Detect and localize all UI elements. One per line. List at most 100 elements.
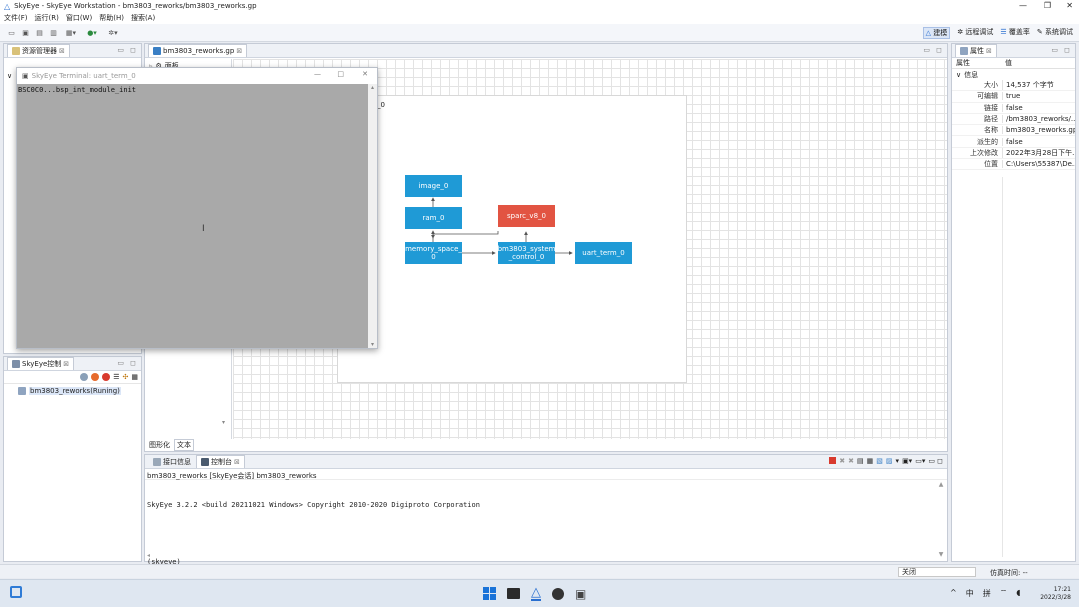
menu-window[interactable]: 窗口(W): [66, 13, 92, 23]
console-scrollbar[interactable]: ▲ ▼: [938, 481, 944, 558]
console-hscroll[interactable]: ◂: [147, 552, 150, 559]
terminate-icon[interactable]: [829, 457, 837, 464]
remote-app-icon[interactable]: ▣: [575, 587, 586, 601]
minimize-button[interactable]: —: [1019, 1, 1027, 10]
node-uart[interactable]: uart_term_0: [575, 242, 632, 264]
session-item[interactable]: bm3803_reworks(Runing): [18, 387, 141, 395]
properties-group[interactable]: ∨ 信息: [952, 69, 1075, 80]
property-row[interactable]: 路径/bm3803_reworks/...: [952, 114, 1075, 126]
tab-graphical[interactable]: 图形化: [147, 440, 172, 450]
terminal-icon[interactable]: ▦▾: [62, 27, 80, 38]
property-row[interactable]: 链接 false: [952, 103, 1075, 114]
save-icon[interactable]: ▣: [20, 27, 31, 38]
remove-icon[interactable]: ✖: [839, 457, 845, 465]
tools-icon[interactable]: ✲▾: [104, 27, 122, 38]
clear-icon[interactable]: ▤: [857, 457, 864, 465]
close-tab-icon[interactable]: ⊠: [986, 47, 992, 55]
terminal-scrollbar[interactable]: ▴ ▾: [368, 84, 377, 348]
tab-skyeye-control[interactable]: SkyEye控制 ⊠: [7, 357, 75, 370]
close-button[interactable]: ✕: [1066, 1, 1073, 10]
run-icon[interactable]: ●▾: [83, 27, 101, 38]
terminal-close-button[interactable]: ✕: [362, 70, 368, 78]
close-field[interactable]: 关闭: [898, 567, 976, 577]
list-icon[interactable]: ☰: [113, 373, 119, 381]
skyeye-app-icon[interactable]: △: [531, 586, 541, 601]
node-ram[interactable]: ram_0: [405, 207, 462, 229]
perspective-modeling[interactable]: △ 建模: [922, 27, 951, 39]
remove-all-icon[interactable]: ✖: [848, 457, 854, 465]
volume-icon[interactable]: ◖: [1016, 588, 1020, 599]
save-all-icon[interactable]: ▤: [34, 27, 45, 38]
property-row[interactable]: 大小 14,537 个字节: [952, 80, 1075, 92]
tab-explorer[interactable]: 资源管理器 ⊠: [7, 44, 70, 57]
editor-bottom-tabs: 图形化 文本: [145, 439, 194, 451]
property-row[interactable]: 名称 bm3803_reworks.gp: [952, 125, 1075, 137]
property-row[interactable]: 可编辑 true: [952, 91, 1075, 103]
view-menu-icon[interactable]: ▭ ◻: [928, 457, 943, 465]
pause-icon[interactable]: [91, 373, 100, 381]
word-wrap-icon[interactable]: ▧: [876, 457, 883, 465]
new-console-icon[interactable]: ▭▾: [915, 457, 925, 465]
skyeye-control-toolbar: ☰ ✣ ▦: [4, 371, 141, 384]
tab-console[interactable]: 控制台 ⊠: [196, 455, 245, 468]
terminal-minimize-button[interactable]: —: [314, 70, 321, 78]
terminal-app-icon[interactable]: [507, 588, 520, 599]
skyeye-control-panel: SkyEye控制 ⊠ ▭ ◻ ☰ ✣ ▦ bm3803_reworks(Runi…: [3, 356, 142, 562]
close-tab-icon[interactable]: ⊠: [63, 360, 69, 368]
node-sparc[interactable]: sparc_v8_0: [498, 205, 555, 227]
panel-controls[interactable]: ▭ ◻: [1051, 46, 1072, 54]
restore-button[interactable]: ❐: [1044, 1, 1051, 10]
panel-controls[interactable]: ▭ ◻: [117, 359, 138, 367]
panel-controls[interactable]: ▭ ◻: [117, 46, 138, 54]
remote-debug-icon: ✲: [957, 28, 964, 36]
property-row[interactable]: 上次修改 2022年3月28日下午...: [952, 147, 1075, 160]
wifi-icon[interactable]: ⌔: [1000, 588, 1008, 599]
property-column-divider[interactable]: [1002, 177, 1003, 557]
property-row[interactable]: 派生的 false: [952, 136, 1075, 148]
node-image[interactable]: image_0: [405, 175, 462, 197]
console-line: SkyEye 3.2.2 <build 20211021 Windows> Co…: [147, 501, 480, 509]
start-icon[interactable]: [483, 587, 496, 600]
window-title: SkyEye - SkyEye Workstation - bm3803_rew…: [14, 2, 257, 10]
close-tab-icon[interactable]: ⊠: [234, 458, 240, 466]
console-toolbar: ✖ ✖ ▤ ▦ ▧ ▨ ▾ ▣▾ ▭▾ ▭ ◻: [829, 457, 943, 465]
print-icon[interactable]: ▥: [48, 27, 59, 38]
menu-help[interactable]: 帮助(H): [99, 13, 124, 23]
pin-icon[interactable]: ▨: [886, 457, 893, 465]
menu-file[interactable]: 文件(F): [4, 13, 28, 23]
display-console-icon[interactable]: ▣▾: [902, 457, 912, 465]
terminal-maximize-button[interactable]: □: [337, 70, 344, 78]
tab-text[interactable]: 文本: [174, 439, 194, 451]
open-console-icon[interactable]: ▾: [896, 457, 900, 465]
debug-icon[interactable]: ✣: [123, 373, 129, 381]
terminal-title-bar[interactable]: ▣ SkyEye Terminal: uart_term_0 — □ ✕: [17, 68, 377, 84]
new-icon[interactable]: ▭: [6, 27, 17, 38]
terminal-output: BSC0C0...bsp_int_module_init: [18, 86, 137, 94]
console-header: bm3803_reworks [SkyEye会话] bm3803_reworks: [145, 469, 947, 480]
tab-properties[interactable]: 属性 ⊠: [955, 44, 997, 57]
grid-icon[interactable]: ▦: [131, 373, 138, 381]
node-memory-space[interactable]: memory_space_ 0: [405, 242, 462, 264]
tab-interface-info[interactable]: 接口信息: [148, 455, 196, 468]
terminal-window[interactable]: ▣ SkyEye Terminal: uart_term_0 — □ ✕ BSC…: [16, 67, 378, 349]
tray-overflow-icon[interactable]: ^: [950, 588, 957, 599]
perspective-coverage[interactable]: ☰ 覆盖率: [1000, 27, 1030, 39]
modeling-icon: △: [925, 29, 932, 37]
close-tab-icon[interactable]: ⊠: [59, 47, 65, 55]
ime-mode[interactable]: 中: [966, 588, 974, 599]
ime-pinyin[interactable]: 拼: [983, 588, 991, 599]
step-icon[interactable]: [80, 373, 89, 381]
perspective-remote-debug[interactable]: ✲ 远程调试: [957, 27, 993, 39]
clock[interactable]: 17:21 2022/3/28: [1040, 586, 1071, 602]
perspective-system-debug[interactable]: ✎ 系统调试: [1037, 27, 1073, 39]
explorer-tree-toggle[interactable]: ∨: [7, 72, 12, 80]
menu-run[interactable]: 运行(R): [35, 13, 59, 23]
app-icon[interactable]: [552, 587, 564, 600]
terminal-body[interactable]: BSC0C0...bsp_int_module_init I: [17, 84, 370, 348]
scroll-lock-icon[interactable]: ▦: [867, 457, 874, 465]
widgets-icon[interactable]: [10, 586, 22, 598]
stop-icon[interactable]: [102, 373, 111, 381]
property-row[interactable]: 位置 C:\Users\55387\De...: [952, 159, 1075, 171]
menu-search[interactable]: 搜索(A): [131, 13, 155, 23]
node-system-control[interactable]: bm3803_system _control_0: [498, 242, 555, 264]
